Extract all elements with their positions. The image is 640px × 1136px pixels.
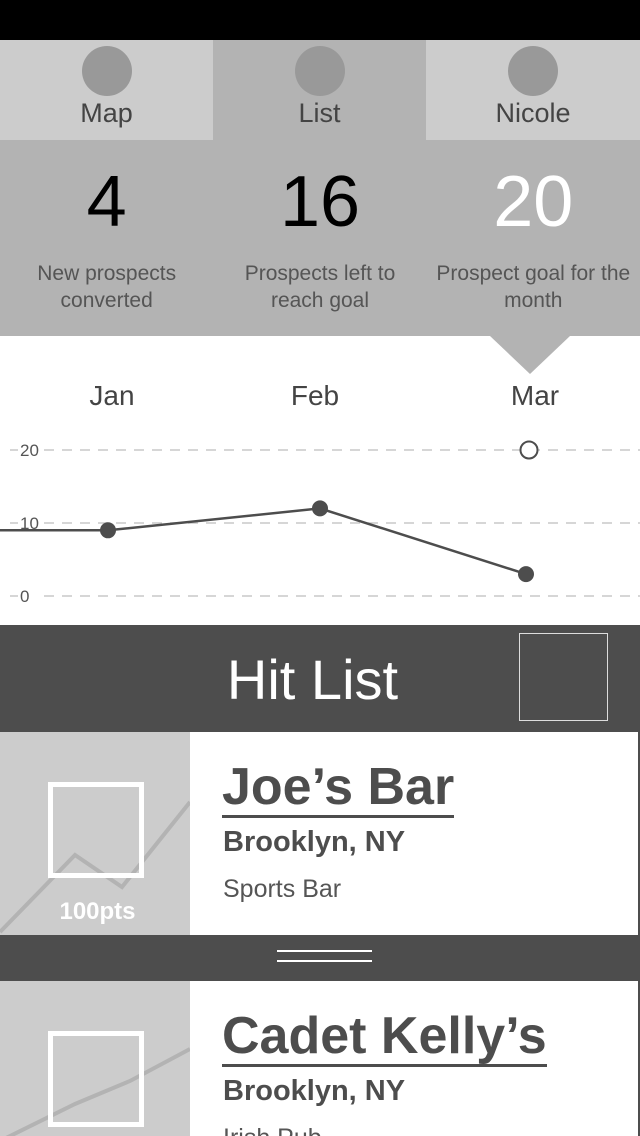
thumbnail <box>0 981 190 1136</box>
series-line <box>0 507 527 576</box>
points-badge: 100pts <box>59 898 136 925</box>
handle-line-icon <box>277 950 372 952</box>
venue-name[interactable]: Joe’s Bar <box>222 760 455 818</box>
list-avatar-icon <box>294 46 345 96</box>
tab-label: List <box>298 98 341 128</box>
y-tick-label: 0 <box>20 587 29 606</box>
tab-label: Map <box>80 98 133 128</box>
tab-map[interactable]: Map <box>0 40 213 140</box>
month-labels: Jan Feb Mar <box>0 380 640 420</box>
stat-converted: 4 New prospects converted <box>0 140 213 336</box>
list-item[interactable]: Cadet Kelly’s Brooklyn, NY Irish Pub <box>0 981 640 1136</box>
stat-value: 4 <box>86 162 127 242</box>
image-placeholder-icon <box>48 1031 144 1127</box>
venue-type: Sports Bar <box>223 875 342 903</box>
stat-label: Prospects left to reach goal <box>244 262 396 312</box>
month-label-jan[interactable]: Jan <box>89 380 134 412</box>
goal-marker <box>519 440 539 460</box>
drag-handle[interactable] <box>0 935 640 981</box>
selection-pointer <box>490 336 570 374</box>
venue-location: Brooklyn, NY <box>223 1075 406 1107</box>
venue-type: Irish Pub <box>223 1124 322 1136</box>
venue-location: Brooklyn, NY <box>223 826 406 858</box>
month-label-mar[interactable]: Mar <box>511 380 559 412</box>
data-point <box>312 500 328 517</box>
data-point <box>518 566 534 583</box>
venue-name[interactable]: Cadet Kelly’s <box>222 1009 547 1067</box>
prospects-line-chart: 20100 <box>0 440 640 606</box>
stat-label: Prospect goal for the month <box>436 262 631 312</box>
stats-panel: 4 New prospects converted 16 Prospects l… <box>0 140 640 336</box>
month-label-feb[interactable]: Feb <box>291 380 339 412</box>
thumbnail: 100pts <box>0 732 190 935</box>
tab-bar: Map List Nicole <box>0 40 640 140</box>
stat-value: 20 <box>493 162 574 242</box>
y-tick-label: 20 <box>20 441 39 460</box>
tab-label: Nicole <box>495 98 571 128</box>
stat-label: New prospects converted <box>37 262 177 312</box>
data-point <box>100 522 116 539</box>
list-item[interactable]: 100pts Joe’s Bar Brooklyn, NY Sports Bar <box>0 732 640 935</box>
stat-goal[interactable]: 20 Prospect goal for the month <box>427 140 640 336</box>
map-avatar-icon <box>81 46 132 96</box>
tab-list[interactable]: List <box>213 40 426 140</box>
status-bar <box>0 0 640 40</box>
profile-avatar-icon <box>508 46 558 96</box>
hit-list-action-button[interactable] <box>519 633 608 721</box>
handle-line-icon <box>277 960 372 962</box>
stat-remaining: 16 Prospects left to reach goal <box>213 140 426 336</box>
stat-value: 16 <box>279 162 361 242</box>
image-placeholder-icon <box>48 782 144 878</box>
hit-list-header: Hit List <box>0 625 640 732</box>
tab-profile[interactable]: Nicole <box>426 40 640 140</box>
